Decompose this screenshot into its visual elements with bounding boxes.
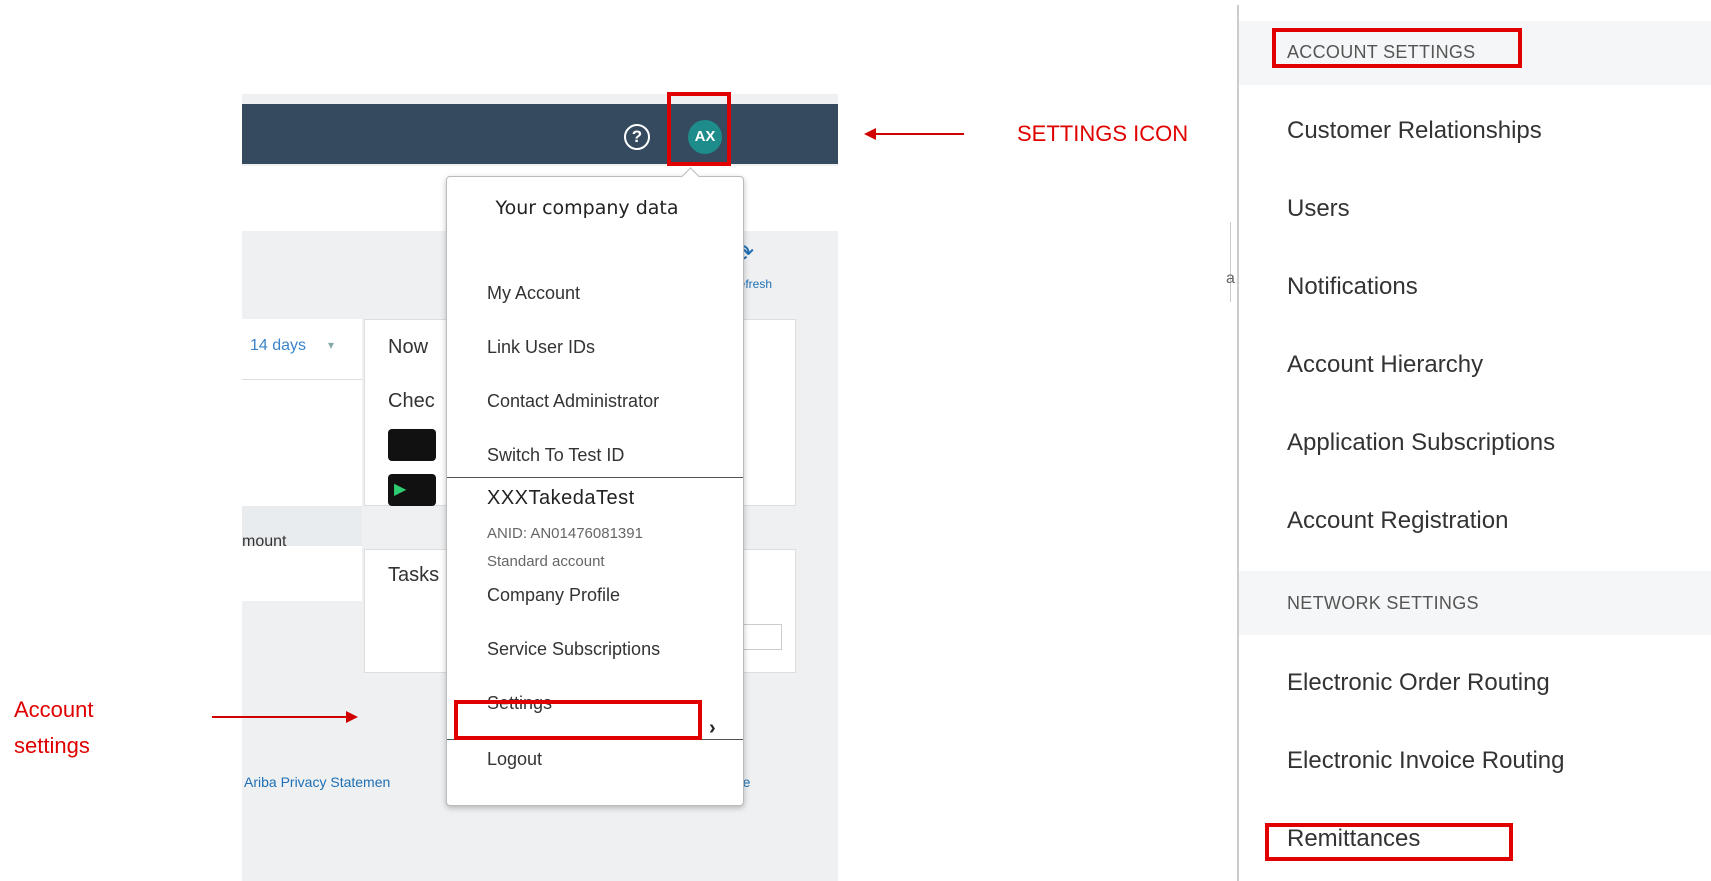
account-settings-annotation-line1: Account <box>14 697 94 722</box>
panel-item-account-hierarchy[interactable]: Account Hierarchy <box>1287 351 1483 379</box>
network-settings-title: NETWORK SETTINGS <box>1287 593 1479 613</box>
menu-item-contact-administrator[interactable]: Contact Administrator <box>487 391 659 412</box>
menu-item-logout[interactable]: Logout <box>487 749 542 770</box>
panel-item-notifications[interactable]: Notifications <box>1287 273 1418 301</box>
panel-item-customer-relationships[interactable]: Customer Relationships <box>1287 117 1542 145</box>
google-play-badge[interactable]: ▶ <box>388 474 436 506</box>
menu-item-service-subscriptions[interactable]: Service Subscriptions <box>487 639 660 660</box>
ariba-screenshot: ? AX ⟳ Refresh 14 days ▾ mount Now Chec … <box>242 94 838 881</box>
panel-item-account-registration[interactable]: Account Registration <box>1287 507 1508 535</box>
days-filter-select[interactable]: 14 days <box>250 337 306 355</box>
clipped-text: a <box>1226 270 1235 287</box>
settings-panel: ACCOUNT SETTINGS Customer Relationships … <box>1237 5 1711 881</box>
help-icon[interactable]: ? <box>624 124 650 150</box>
menu-item-switch-to-test-id[interactable]: Switch To Test ID <box>487 445 624 466</box>
company-name: XXXTakedaTest <box>487 487 635 509</box>
panel-item-electronic-invoice-routing[interactable]: Electronic Invoice Routing <box>1287 747 1564 775</box>
highlight-avatar-box <box>667 92 731 166</box>
tasks-card-title: Tasks <box>388 564 440 586</box>
menu-item-company-profile[interactable]: Company Profile <box>487 585 620 606</box>
chevron-down-icon[interactable]: ▾ <box>328 338 334 352</box>
highlight-account-settings-box <box>1272 28 1522 68</box>
menu-item-my-account[interactable]: My Account <box>487 283 580 304</box>
chevron-right-icon[interactable]: › <box>709 717 716 740</box>
arrow-line <box>212 716 348 718</box>
mobile-card-title: Now <box>388 336 429 358</box>
menu-divider <box>447 477 743 478</box>
mobile-card-text: Chec <box>388 390 435 412</box>
highlight-settings-box <box>454 700 702 740</box>
top-navigation-bar: ? AX <box>242 104 838 164</box>
menu-item-link-user-ids[interactable]: Link User IDs <box>487 337 595 358</box>
panel-edge <box>1230 222 1237 302</box>
privacy-statement-link[interactable]: Ariba Privacy Statemen <box>244 774 390 790</box>
account-type-label: Standard account <box>487 553 605 570</box>
amount-column-header: mount <box>242 533 287 550</box>
company-data-heading: Your company data <box>495 197 679 219</box>
overview-card <box>242 319 362 601</box>
arrow-right-icon <box>346 711 358 723</box>
panel-item-application-subscriptions[interactable]: Application Subscriptions <box>1287 429 1555 457</box>
account-settings-annotation-line2: settings <box>14 733 90 758</box>
app-store-badge[interactable] <box>388 429 436 461</box>
anid-label: ANID: AN01476081391 <box>487 525 643 542</box>
panel-item-users[interactable]: Users <box>1287 195 1350 223</box>
arrow-line <box>874 133 964 135</box>
panel-item-electronic-order-routing[interactable]: Electronic Order Routing <box>1287 669 1550 697</box>
divider <box>242 379 362 380</box>
highlight-remittances-box <box>1265 823 1513 861</box>
settings-icon-annotation: SETTINGS ICON <box>1017 121 1189 146</box>
